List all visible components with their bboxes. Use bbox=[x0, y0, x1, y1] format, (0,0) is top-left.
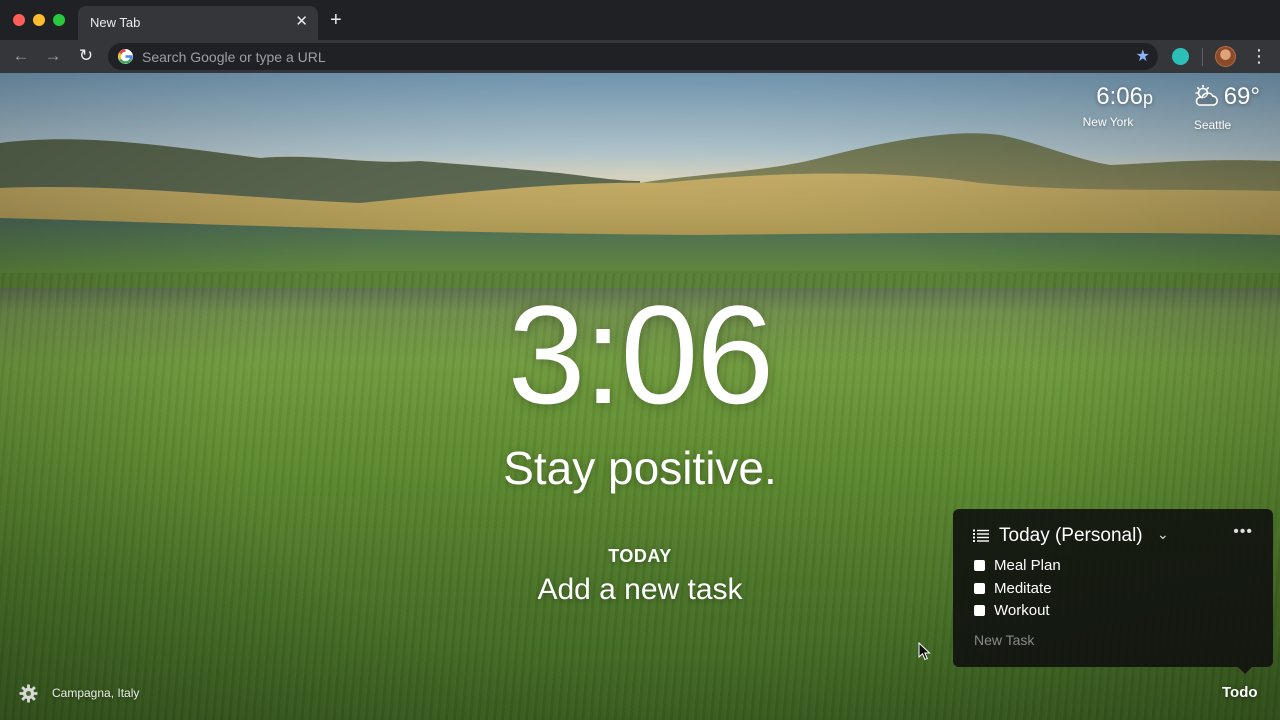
list-item[interactable]: Meal Plan bbox=[974, 557, 1061, 580]
new-tab-page: 6:06p New York 69° Seattle 3:06 Stay pos… bbox=[0, 73, 1280, 720]
list-item[interactable]: Workout bbox=[974, 602, 1061, 625]
avatar[interactable] bbox=[1215, 46, 1236, 67]
list-item[interactable]: Meditate bbox=[974, 580, 1061, 603]
browser-menu-icon[interactable]: ⋮ bbox=[1250, 45, 1268, 67]
photo-location[interactable]: Campagna, Italy bbox=[52, 686, 139, 700]
todo-item-label: Meal Plan bbox=[994, 557, 1061, 574]
todo-item-label: Meditate bbox=[994, 579, 1052, 597]
checkbox[interactable] bbox=[974, 560, 985, 571]
extension-icon[interactable] bbox=[1172, 48, 1189, 65]
weather-city: Seattle bbox=[1193, 118, 1232, 132]
checkbox[interactable] bbox=[974, 582, 985, 594]
minimize-window-button[interactable] bbox=[33, 14, 45, 26]
main-clock[interactable]: 3:06 bbox=[0, 285, 1280, 425]
maximize-window-button[interactable] bbox=[53, 14, 65, 26]
world-clock-city: New York bbox=[1082, 115, 1134, 129]
world-clock-widget[interactable]: 6:06p New York bbox=[1063, 83, 1153, 129]
address-bar[interactable]: Search Google or type a URL ★ bbox=[108, 43, 1158, 70]
close-icon[interactable]: ✕ bbox=[295, 13, 308, 31]
close-window-button[interactable] bbox=[13, 14, 25, 26]
more-options-icon[interactable]: ••• bbox=[1233, 523, 1253, 541]
forward-icon[interactable]: → bbox=[42, 45, 64, 67]
todo-list-title: Today (Personal) bbox=[999, 525, 1143, 546]
weather-widget[interactable]: 69° Seattle bbox=[1165, 83, 1260, 132]
partly-cloudy-icon bbox=[1192, 84, 1220, 114]
gear-icon[interactable] bbox=[19, 684, 38, 708]
todo-item-label: Workout bbox=[994, 602, 1050, 619]
tab-bar: New Tab ✕ + bbox=[0, 0, 1280, 40]
tab-title: New Tab bbox=[90, 15, 141, 30]
tab-new-tab[interactable]: New Tab ✕ bbox=[78, 6, 318, 40]
google-icon bbox=[118, 49, 133, 64]
mantra-text: Stay positive. bbox=[503, 442, 777, 494]
checkbox[interactable] bbox=[974, 605, 985, 616]
back-icon[interactable]: ← bbox=[10, 45, 32, 67]
reload-icon[interactable]: ↻ bbox=[75, 45, 97, 67]
world-clock-ampm: p bbox=[1142, 88, 1153, 108]
bookmark-star-icon[interactable]: ★ bbox=[1136, 46, 1150, 66]
todo-panel: Today (Personal) ⌄ ••• Meal Plan Meditat… bbox=[953, 509, 1273, 667]
todo-panel-pointer bbox=[1238, 667, 1252, 674]
todo-items: Meal Plan Meditate Workout bbox=[974, 557, 1061, 625]
list-icon bbox=[973, 529, 989, 547]
toolbar-divider bbox=[1202, 48, 1203, 66]
address-input[interactable]: Search Google or type a URL bbox=[142, 49, 326, 65]
new-task-input[interactable]: New Task bbox=[974, 632, 1034, 648]
new-tab-button[interactable]: + bbox=[330, 10, 342, 30]
world-clock-time: 6:06 bbox=[1096, 83, 1143, 110]
todo-toggle-button[interactable]: Todo bbox=[1222, 684, 1258, 701]
mouse-cursor-icon bbox=[918, 641, 931, 666]
browser-toolbar: ← → ↻ Search Google or type a URL ★ ⋮ bbox=[0, 40, 1280, 73]
chevron-down-icon: ⌄ bbox=[1157, 526, 1169, 542]
temperature-value: 69° bbox=[1223, 83, 1260, 110]
